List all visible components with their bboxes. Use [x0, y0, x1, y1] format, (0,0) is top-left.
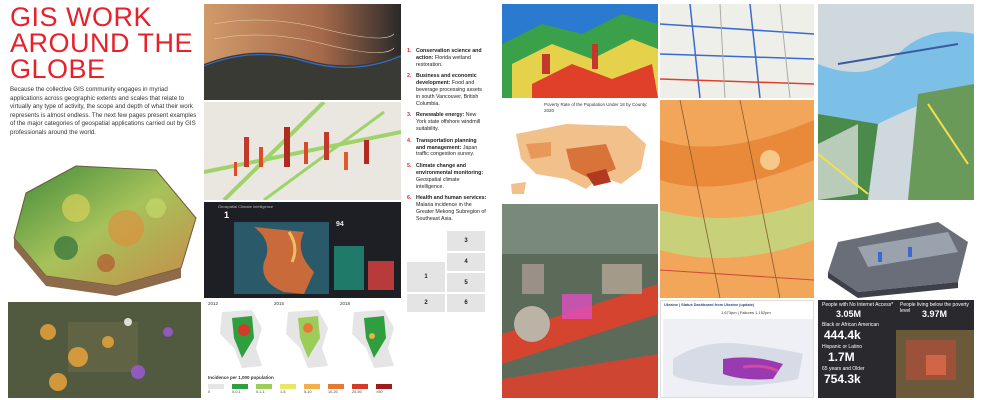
- poverty-rate-map: Poverty Rate of the Population Under 18 …: [502, 100, 658, 200]
- grid-tile-2: 2: [407, 294, 445, 312]
- category-item: 2. Business and economic development: Foo…: [407, 73, 487, 107]
- legend-label: 5-10: [304, 390, 312, 394]
- category-number: 4.: [407, 137, 412, 144]
- legend-label: 10-20: [328, 390, 338, 394]
- kpi-hispanic-value: 1.7M: [828, 350, 855, 364]
- legend-swatch: [232, 384, 248, 389]
- category-item: 1. Conservation science and action: Flori…: [407, 48, 487, 68]
- legend-swatch: [328, 384, 344, 389]
- category-number: 3.: [407, 112, 412, 119]
- category-number: 2.: [407, 73, 412, 80]
- category-text: Conservation science and action: Florida…: [416, 48, 487, 68]
- category-description: Malaria incidence in the Greater Mekong …: [416, 202, 486, 222]
- census-kpi-dashboard: People with No Internet Access* 3.05M Pe…: [818, 300, 974, 398]
- legend-swatch: [304, 384, 320, 389]
- traffic-street-map: [660, 4, 814, 98]
- legend-label: 1-5: [280, 390, 286, 394]
- category-description: Geospatial climate intelligence.: [416, 176, 460, 190]
- grid-tile-4: 4: [447, 253, 485, 271]
- intro-paragraph: Because the collective GIS community eng…: [10, 86, 197, 136]
- malaria-incidence-maps: 2012 2015 2018 Incidence per 1,000 popul…: [204, 300, 400, 398]
- kpi-black-value: 444.4k: [824, 328, 861, 342]
- category-text: Climate change and environmental monitor…: [416, 163, 487, 190]
- terrain-3d-image: [6, 148, 202, 298]
- category-item: 6. Health and human services: Malaria inc…: [407, 195, 487, 222]
- hillshade-relief-map: [204, 4, 401, 100]
- wind-suitability-3d-map: [502, 4, 658, 98]
- grid-tile-3: 3: [447, 231, 485, 251]
- category-list: 1. Conservation science and action: Flori…: [407, 48, 487, 228]
- svg-text:94: 94: [336, 221, 344, 228]
- category-heading: Climate change and environmental monitor…: [416, 163, 484, 176]
- category-item: 4. Transportation planning and management…: [407, 138, 487, 158]
- category-number: 6.: [407, 195, 412, 202]
- ukraine-status-dashboard: Ukraine | Status Dashboard from Ukraine …: [660, 300, 814, 398]
- category-heading: Renewable energy:: [416, 112, 465, 119]
- legend-label: >50: [376, 390, 383, 394]
- category-number: 5.: [407, 163, 412, 170]
- category-text: Renewable energy: New York state offshor…: [416, 112, 487, 132]
- legend-swatch: [256, 384, 272, 389]
- building-3d-model: [818, 202, 974, 298]
- legend-label: 0-0.1: [232, 390, 241, 394]
- category-heading: Health and human services:: [416, 195, 487, 202]
- category-text: Health and human services: Malaria incid…: [416, 195, 487, 222]
- kpi-senior-value: 754.3k: [824, 372, 861, 386]
- ukraine-stats: 1,673pm | Failures 1,152pm: [721, 310, 771, 315]
- climate-intelligence-dashboard: Geospatial Climate Intelligence 1 94: [204, 202, 401, 298]
- dashboard-kpi: 1: [224, 210, 230, 220]
- ukraine-header: Ukraine | Status Dashboard from Ukraine …: [664, 303, 755, 307]
- legend-swatch: [208, 384, 224, 389]
- legend-label: 0: [208, 390, 211, 394]
- river-flood-3d: [818, 4, 974, 200]
- kpi-internet-value: 3.05M: [836, 309, 862, 319]
- category-text: Transportation planning and management: …: [416, 138, 487, 158]
- satellite-bubble-map: [8, 302, 201, 398]
- poverty-map-title: Poverty Rate of the Population Under 18 …: [544, 102, 648, 113]
- geology-orange-map: [660, 100, 814, 298]
- grid-tile-1: 1: [407, 262, 445, 292]
- dashboard-header: Geospatial Climate Intelligence: [218, 204, 274, 209]
- city-aerial-3d: [502, 204, 658, 398]
- category-number: 1.: [407, 48, 412, 54]
- legend-label: 20-50: [352, 390, 362, 394]
- legend-swatch: [352, 384, 368, 389]
- kpi-poverty-value: 3.97M: [922, 309, 948, 319]
- category-item: 5. Climate change and environmental monit…: [407, 163, 487, 190]
- legend-swatch: [280, 384, 296, 389]
- kpi-internet-label: People with No Internet Access*: [822, 302, 894, 308]
- legend-swatch: [376, 384, 392, 389]
- vancouver-3d-bars-map: [204, 102, 401, 200]
- category-item: 3. Renewable energy: New York state offsh…: [407, 112, 487, 132]
- category-text: Business and economic development: Food …: [416, 73, 487, 107]
- page-title: GIS WORK AROUND THE GLOBE: [10, 2, 194, 84]
- grid-tile-5: 5: [447, 273, 485, 292]
- grid-tile-6: 6: [447, 294, 485, 312]
- malaria-legend-title: Incidence per 1,000 population: [208, 375, 274, 380]
- legend-label: 0.1-1: [256, 390, 265, 394]
